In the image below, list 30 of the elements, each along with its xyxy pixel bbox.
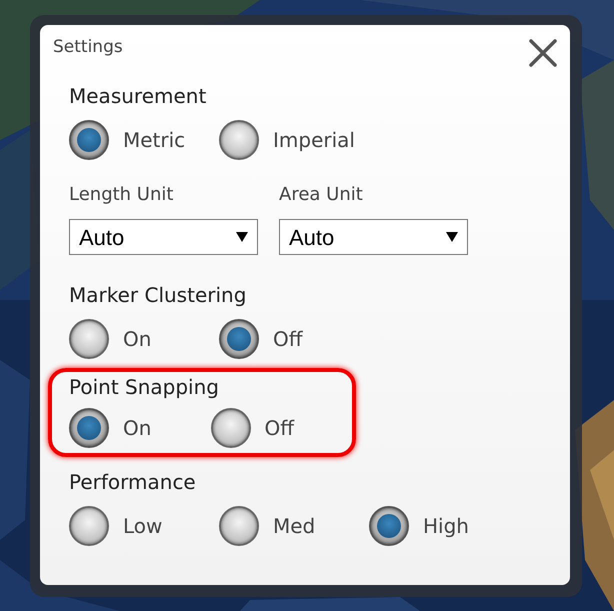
radio-button[interactable]: [219, 506, 259, 546]
option-label: Med: [273, 513, 316, 540]
field-label: Area Unit: [279, 184, 363, 206]
unit-dropdown[interactable]: Auto: [69, 219, 258, 255]
dropdown-arrow-icon: [236, 232, 248, 242]
section-title: Measurement: [69, 83, 208, 110]
option-label: High: [423, 513, 469, 540]
section-title: Marker Clustering: [69, 282, 248, 309]
radio-button[interactable]: [69, 120, 109, 160]
field-label: Length Unit: [69, 184, 174, 206]
section-title: Point Snapping: [69, 374, 220, 401]
dialog-title: Settings: [53, 36, 123, 58]
option-label: Metric: [123, 127, 186, 154]
radio-button[interactable]: [69, 408, 109, 448]
option-label: Imperial: [273, 127, 355, 154]
option-label: On: [123, 415, 152, 442]
dropdown-arrow-icon: [446, 232, 458, 242]
option-label: Off: [273, 326, 303, 353]
close-icon[interactable]: [528, 38, 558, 68]
section-title: Performance: [69, 469, 197, 496]
radio-button[interactable]: [219, 120, 259, 160]
unit-dropdown[interactable]: Auto: [279, 219, 468, 255]
radio-button[interactable]: [210, 408, 250, 448]
option-label: Low: [123, 513, 162, 540]
option-label: Off: [264, 415, 294, 442]
radio-button[interactable]: [69, 506, 109, 546]
radio-button[interactable]: [369, 506, 409, 546]
radio-button[interactable]: [69, 319, 109, 359]
option-label: On: [123, 326, 152, 353]
radio-button[interactable]: [219, 319, 259, 359]
